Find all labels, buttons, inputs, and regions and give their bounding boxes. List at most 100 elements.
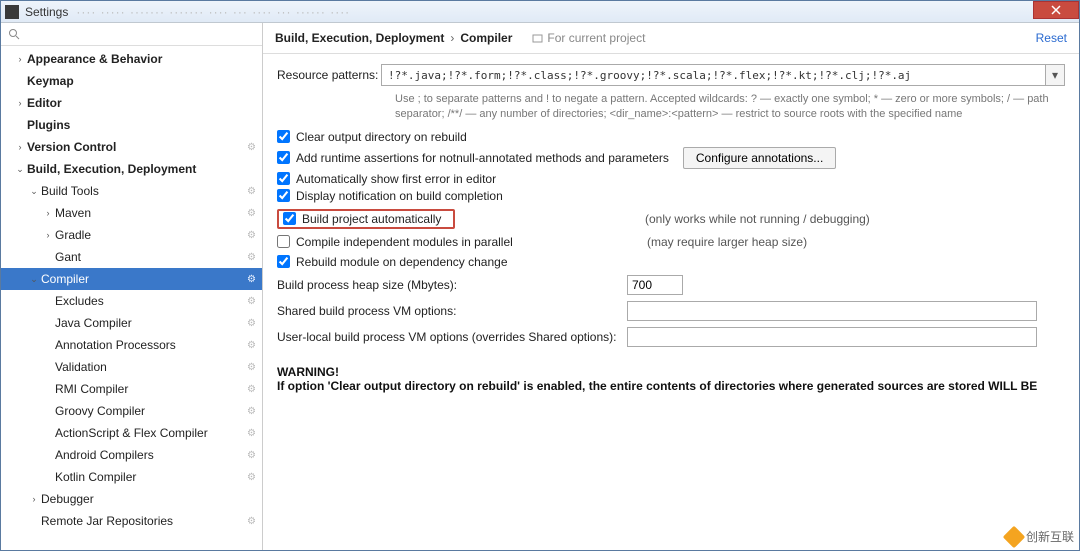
close-button[interactable] <box>1033 1 1079 19</box>
chk-parallel-box[interactable] <box>277 235 290 248</box>
chk-compile-parallel[interactable]: Compile independent modules in parallel <box>277 235 647 249</box>
main-panel: Build, Execution, Deployment › Compiler … <box>263 23 1079 550</box>
chk-parallel-label: Compile independent modules in parallel <box>296 235 513 249</box>
heap-size-input[interactable] <box>627 275 683 295</box>
sidebar-item-appearance-behavior[interactable]: ›Appearance & Behavior <box>1 48 262 70</box>
scope-indicator: For current project <box>532 31 645 45</box>
chk-rebuild-label: Rebuild module on dependency change <box>296 255 508 269</box>
chk-build-auto[interactable]: Build project automatically <box>277 209 455 229</box>
sidebar-item-label: Groovy Compiler <box>55 404 247 418</box>
user-local-vm-input[interactable] <box>627 327 1037 347</box>
search-input[interactable] <box>25 27 256 41</box>
chk-rebuild-box[interactable] <box>277 255 290 268</box>
sidebar: ›Appearance & BehaviorKeymap›EditorPlugi… <box>1 23 263 550</box>
expand-icon: › <box>27 494 41 504</box>
sidebar-item-label: Debugger <box>41 492 256 506</box>
reset-link[interactable]: Reset <box>1036 31 1067 45</box>
sidebar-item-keymap[interactable]: Keymap <box>1 70 262 92</box>
user-local-vm-label: User-local build process VM options (ove… <box>277 330 627 344</box>
sidebar-item-maven[interactable]: ›Maven⚙ <box>1 202 262 224</box>
patterns-expand-button[interactable]: ▾ <box>1045 64 1065 86</box>
sidebar-item-build-tools[interactable]: ⌄Build Tools⚙ <box>1 180 262 202</box>
expand-icon: ⌄ <box>27 274 41 285</box>
sidebar-item-excludes[interactable]: Excludes⚙ <box>1 290 262 312</box>
configure-annotations-button[interactable]: Configure annotations... <box>683 147 836 169</box>
chk-auto-show-error[interactable]: Automatically show first error in editor <box>277 172 1065 186</box>
gear-icon: ⚙ <box>247 472 256 483</box>
chk-clear-output-label: Clear output directory on rebuild <box>296 130 467 144</box>
chk-notify-label: Display notification on build completion <box>296 189 503 203</box>
gear-icon: ⚙ <box>247 318 256 329</box>
gear-icon: ⚙ <box>247 142 256 153</box>
sidebar-item-editor[interactable]: ›Editor <box>1 92 262 114</box>
sidebar-item-annotation-processors[interactable]: Annotation Processors⚙ <box>1 334 262 356</box>
sidebar-item-label: Plugins <box>27 118 256 132</box>
resource-patterns-input[interactable] <box>381 64 1046 86</box>
sidebar-item-java-compiler[interactable]: Java Compiler⚙ <box>1 312 262 334</box>
chk-runtime-box[interactable] <box>277 151 290 164</box>
breadcrumb: Build, Execution, Deployment › Compiler … <box>263 23 1079 54</box>
chevron-right-icon: › <box>450 31 454 45</box>
sidebar-item-gradle[interactable]: ›Gradle⚙ <box>1 224 262 246</box>
chk-runtime-assertions[interactable]: Add runtime assertions for notnull-annot… <box>277 147 1065 169</box>
gear-icon: ⚙ <box>247 516 256 527</box>
sidebar-item-label: Java Compiler <box>55 316 247 330</box>
gear-icon: ⚙ <box>247 340 256 351</box>
sidebar-item-validation[interactable]: Validation⚙ <box>1 356 262 378</box>
expand-icon: › <box>13 54 27 64</box>
chk-notify-box[interactable] <box>277 189 290 202</box>
chk-build-auto-label: Build project automatically <box>302 212 441 226</box>
sidebar-item-label: Excludes <box>55 294 247 308</box>
shared-vm-label: Shared build process VM options: <box>277 304 627 318</box>
heap-size-label: Build process heap size (Mbytes): <box>277 278 627 292</box>
settings-tree: ›Appearance & BehaviorKeymap›EditorPlugi… <box>1 46 262 550</box>
chk-parallel-hint: (may require larger heap size) <box>647 235 807 249</box>
sidebar-item-label: Kotlin Compiler <box>55 470 247 484</box>
expand-icon: › <box>13 142 27 152</box>
chk-clear-output-box[interactable] <box>277 130 290 143</box>
expand-icon: › <box>41 208 55 218</box>
sidebar-item-label: Compiler <box>41 272 247 286</box>
sidebar-item-actionscript-flex-compiler[interactable]: ActionScript & Flex Compiler⚙ <box>1 422 262 444</box>
chk-auto-error-box[interactable] <box>277 172 290 185</box>
sidebar-item-plugins[interactable]: Plugins <box>1 114 262 136</box>
sidebar-item-label: Build, Execution, Deployment <box>27 162 256 176</box>
sidebar-item-label: Keymap <box>27 74 256 88</box>
sidebar-item-android-compilers[interactable]: Android Compilers⚙ <box>1 444 262 466</box>
chk-display-notification[interactable]: Display notification on build completion <box>277 189 1065 203</box>
sidebar-item-label: Editor <box>27 96 256 110</box>
sidebar-item-rmi-compiler[interactable]: RMI Compiler⚙ <box>1 378 262 400</box>
crumb-parent: Build, Execution, Deployment <box>275 31 444 45</box>
expand-icon: ⌄ <box>13 164 27 175</box>
sidebar-item-debugger[interactable]: ›Debugger <box>1 488 262 510</box>
content: Resource patterns: ▾ Use ; to separate p… <box>263 54 1079 550</box>
chk-clear-output[interactable]: Clear output directory on rebuild <box>277 130 1065 144</box>
search-icon <box>7 27 21 41</box>
chk-build-auto-box[interactable] <box>283 212 296 225</box>
sidebar-item-compiler[interactable]: ⌄Compiler⚙ <box>1 268 262 290</box>
expand-icon: › <box>13 98 27 108</box>
sidebar-item-build-execution-deployment[interactable]: ⌄Build, Execution, Deployment <box>1 158 262 180</box>
sidebar-item-remote-jar-repositories[interactable]: Remote Jar Repositories⚙ <box>1 510 262 532</box>
patterns-label: Resource patterns: <box>277 68 381 82</box>
sidebar-item-version-control[interactable]: ›Version Control⚙ <box>1 136 262 158</box>
gear-icon: ⚙ <box>247 450 256 461</box>
sidebar-item-gant[interactable]: Gant⚙ <box>1 246 262 268</box>
gear-icon: ⚙ <box>247 428 256 439</box>
gear-icon: ⚙ <box>247 406 256 417</box>
sidebar-item-label: Gant <box>55 250 247 264</box>
warning-text: If option 'Clear output directory on reb… <box>277 379 1065 393</box>
gear-icon: ⚙ <box>247 208 256 219</box>
warning-title: WARNING! <box>277 365 1065 379</box>
project-icon <box>532 33 543 44</box>
sidebar-item-label: Maven <box>55 206 247 220</box>
gear-icon: ⚙ <box>247 296 256 307</box>
window-title: Settings <box>25 5 68 19</box>
sidebar-item-kotlin-compiler[interactable]: Kotlin Compiler⚙ <box>1 466 262 488</box>
warning-block: WARNING! If option 'Clear output directo… <box>277 365 1065 393</box>
sidebar-item-label: Android Compilers <box>55 448 247 462</box>
sidebar-item-label: Appearance & Behavior <box>27 52 256 66</box>
chk-rebuild-dependency[interactable]: Rebuild module on dependency change <box>277 255 1065 269</box>
sidebar-item-groovy-compiler[interactable]: Groovy Compiler⚙ <box>1 400 262 422</box>
shared-vm-input[interactable] <box>627 301 1037 321</box>
